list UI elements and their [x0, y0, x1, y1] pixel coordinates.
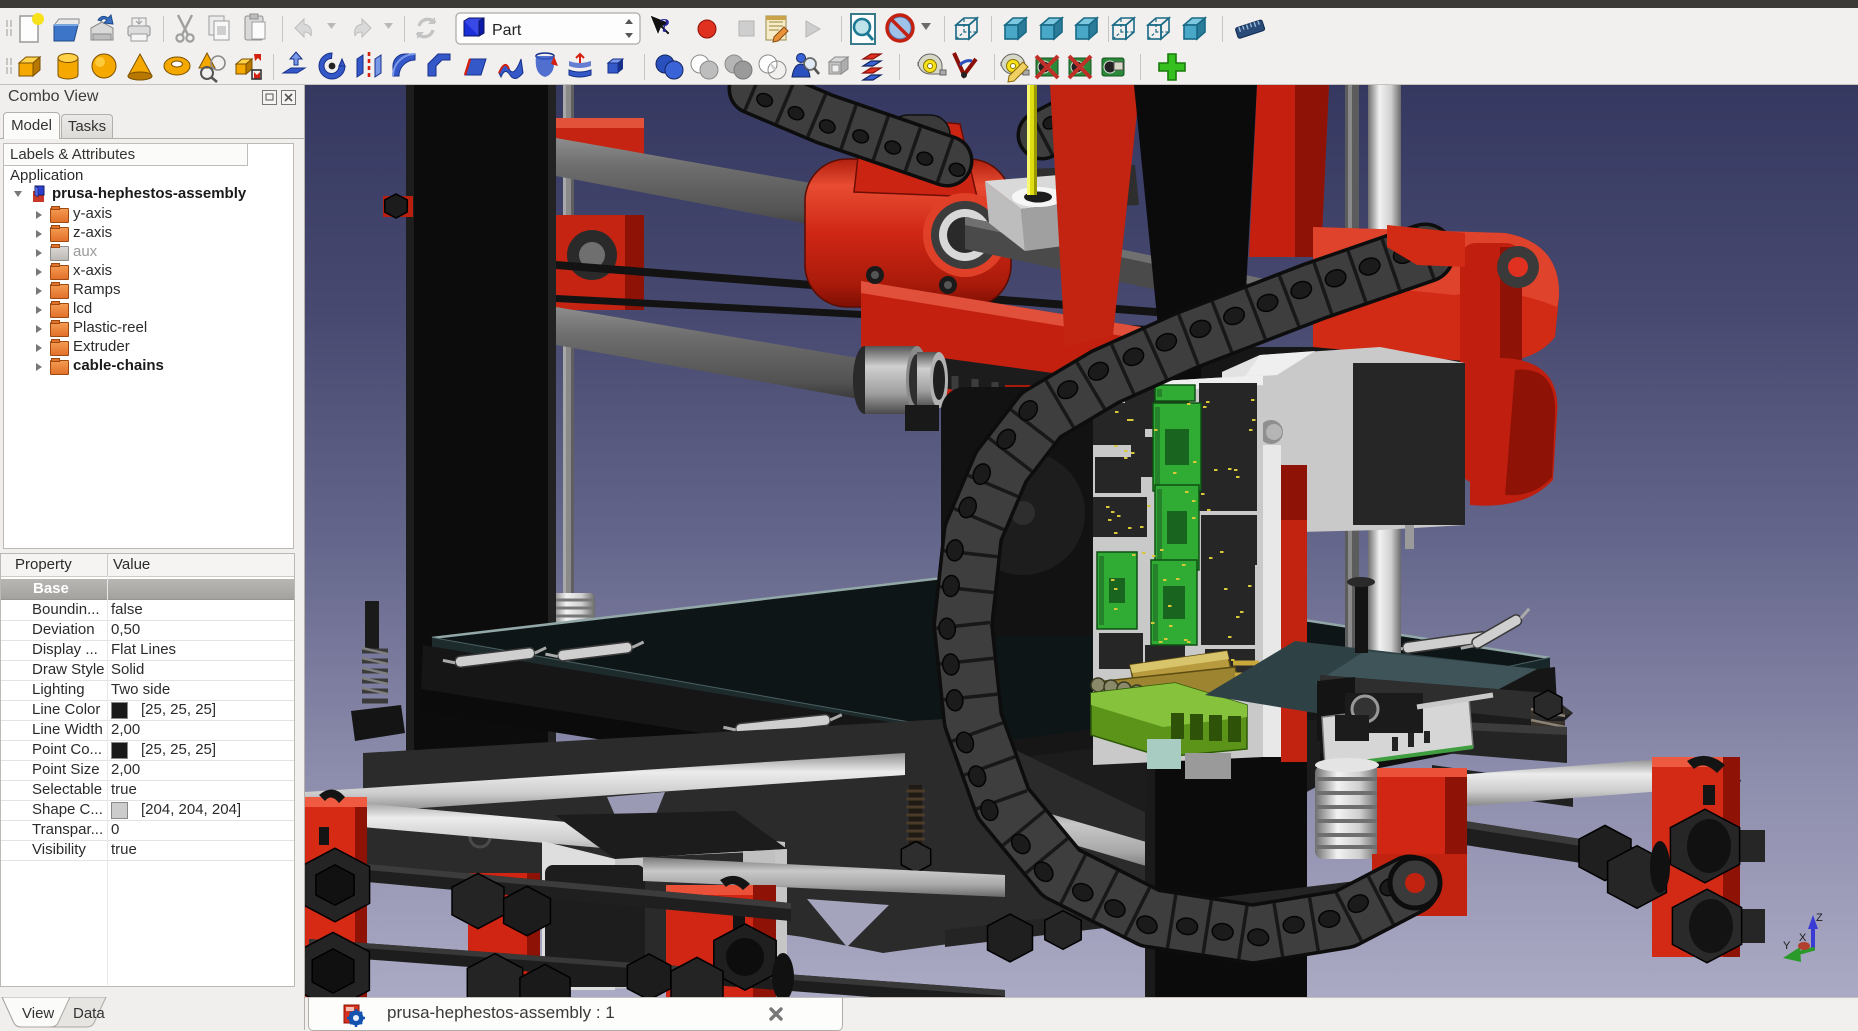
svg-text:Part: Part — [492, 22, 522, 39]
svg-text:?: ? — [660, 15, 670, 37]
svg-text:Z: Z — [1816, 912, 1823, 924]
svg-text:X: X — [1799, 932, 1807, 944]
svg-text:Y: Y — [1783, 940, 1791, 952]
svg-text:View: View — [22, 1005, 54, 1022]
svg-text:Data: Data — [73, 1005, 105, 1022]
